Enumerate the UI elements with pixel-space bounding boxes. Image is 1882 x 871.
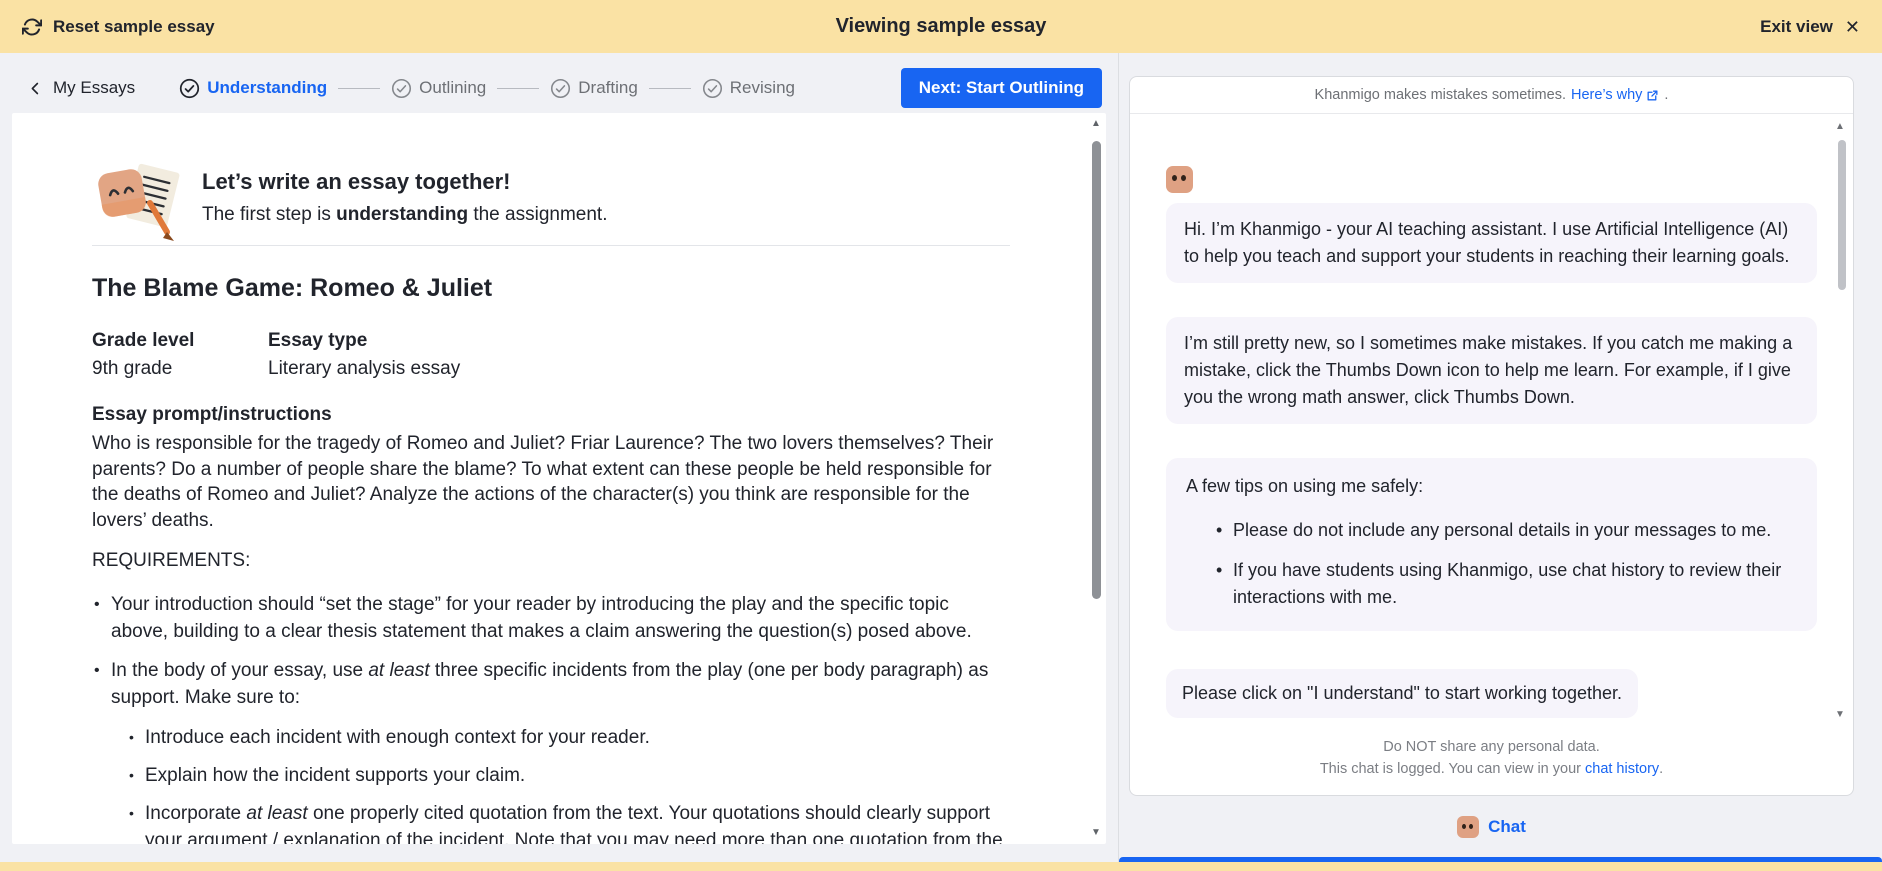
chat-tab-label: Chat xyxy=(1488,816,1526,836)
reset-icon xyxy=(22,17,42,37)
requirement-sub-item: Introduce each incident with enough cont… xyxy=(128,724,1010,751)
next-start-outlining-button[interactable]: Next: Start Outlining xyxy=(900,68,1102,108)
scrollbar-thumb[interactable] xyxy=(1091,141,1101,599)
chat-tab[interactable]: Chat xyxy=(1129,796,1854,857)
chat-message-mistakes: I’m still pretty new, so I sometimes mak… xyxy=(1166,317,1817,424)
step-label: Outlining xyxy=(419,78,487,97)
grade-level-value: 9th grade xyxy=(92,358,173,379)
footer-line-1: Do NOT share any personal data. xyxy=(1383,739,1600,755)
disclaimer-period: . xyxy=(1664,87,1669,103)
step-connector xyxy=(648,87,691,89)
chat-scroll-down-icon[interactable]: ▼ xyxy=(1833,710,1847,720)
check-circle-icon xyxy=(180,78,200,98)
step-revising[interactable]: Revising xyxy=(702,78,795,99)
bottom-accent-bar xyxy=(0,862,1882,871)
essay-meta: Grade level 9th grade Essay type Literar… xyxy=(92,330,1010,380)
chat-message-greeting: Hi. I’m Khanmigo - your AI teaching assi… xyxy=(1166,203,1817,283)
chat-message-cta: Please click on "I understand" to start … xyxy=(1166,669,1639,718)
exit-view-label: Exit view xyxy=(1760,16,1833,36)
tip-item: Please do not include any personal detai… xyxy=(1216,517,1797,544)
prompt-text: Who is responsible for the tragedy of Ro… xyxy=(92,433,994,531)
essay-panel-header: My Essays Understanding Outlining Drafti… xyxy=(12,53,1106,113)
essay-scrollbar: ▲ ▼ xyxy=(1089,119,1103,838)
essay-type-label: Essay type xyxy=(268,330,368,351)
back-to-my-essays-button[interactable]: My Essays xyxy=(28,78,135,98)
step-label: Drafting xyxy=(578,78,638,97)
step-label: Revising xyxy=(729,78,795,97)
top-bar: Reset sample essay Viewing sample essay … xyxy=(0,0,1882,53)
requirement-sub-item: Explain how the incident supports your c… xyxy=(128,762,1010,789)
assignment-card: Let’s write an essay together! The first… xyxy=(12,113,1106,844)
requirements-heading: REQUIREMENTS: xyxy=(92,550,251,571)
chat-scrollbar-thumb[interactable] xyxy=(1838,140,1846,290)
chat-message-area: Hi. I’m Khanmigo - your AI teaching assi… xyxy=(1130,114,1853,728)
chat-panel: Khanmigo makes mistakes sometimes. Here’… xyxy=(1118,53,1882,862)
check-circle-icon xyxy=(702,78,722,98)
grade-level-field: Grade level 9th grade xyxy=(92,330,268,380)
step-outlining[interactable]: Outlining xyxy=(391,78,486,99)
intro-title: Let’s write an essay together! xyxy=(202,168,511,194)
step-drafting[interactable]: Drafting xyxy=(550,78,638,99)
intro-row: Let’s write an essay together! The first… xyxy=(92,153,1010,241)
tips-list: Please do not include any personal detai… xyxy=(1186,517,1797,611)
tips-intro: A few tips on using me safely: xyxy=(1186,476,1424,496)
grade-level-label: Grade level xyxy=(92,330,195,351)
check-circle-icon xyxy=(392,78,412,98)
scroll-up-icon[interactable]: ▲ xyxy=(1089,119,1103,129)
reset-sample-essay-button[interactable]: Reset sample essay xyxy=(22,17,215,37)
step-connector xyxy=(497,87,540,89)
essay-title: The Blame Game: Romeo & Juliet xyxy=(92,274,493,302)
close-icon[interactable]: ✕ xyxy=(1845,18,1860,36)
requirement-item: In the body of your essay, use at least … xyxy=(92,657,1010,844)
essay-type-value: Literary analysis essay xyxy=(268,358,461,379)
requirement-item: Your introduction should “set the stage”… xyxy=(92,591,1010,645)
intro-text: Let’s write an essay together! The first… xyxy=(202,169,607,226)
prompt-instructions-label: Essay prompt/instructions xyxy=(92,404,332,425)
external-link-icon xyxy=(1646,89,1659,102)
chat-card: Khanmigo makes mistakes sometimes. Here’… xyxy=(1129,76,1854,796)
app-root: Reset sample essay Viewing sample essay … xyxy=(0,0,1882,871)
step-connector xyxy=(338,87,381,89)
chat-footer: Do NOT share any personal data. This cha… xyxy=(1130,728,1853,795)
heres-why-link[interactable]: Here’s why xyxy=(1571,87,1659,103)
chat-scroll-up-icon[interactable]: ▲ xyxy=(1833,122,1847,132)
essay-stepper: Understanding Outlining Drafting Revisin… xyxy=(179,78,795,99)
exit-view-button[interactable]: Exit view ✕ xyxy=(1760,17,1860,37)
step-label: Understanding xyxy=(207,78,328,97)
khanmigo-avatar-icon xyxy=(1457,815,1480,838)
requirements-list: Your introduction should “set the stage”… xyxy=(92,591,1010,844)
reset-label: Reset sample essay xyxy=(53,16,215,36)
footer-line-2: This chat is logged. You can view in you… xyxy=(1130,758,1853,780)
back-label: My Essays xyxy=(53,78,136,97)
essay-type-field: Essay type Literary analysis essay xyxy=(268,330,460,380)
disclaimer-text: Khanmigo makes mistakes sometimes. xyxy=(1314,87,1566,103)
scroll-down-icon[interactable]: ▼ xyxy=(1089,828,1103,838)
divider xyxy=(92,245,1010,246)
essay-mascot-icon xyxy=(92,153,184,241)
requirements-sub-list: Introduce each incident with enough cont… xyxy=(111,724,1010,844)
page-title: Viewing sample essay xyxy=(835,15,1047,37)
khanmigo-avatar xyxy=(1166,166,1193,193)
check-circle-icon xyxy=(551,78,571,98)
intro-subtitle: The first step is understanding the assi… xyxy=(202,203,608,225)
tip-item: If you have students using Khanmigo, use… xyxy=(1216,557,1797,611)
workspace: My Essays Understanding Outlining Drafti… xyxy=(0,53,1882,862)
step-understanding[interactable]: Understanding xyxy=(179,78,327,99)
chat-message-tips: A few tips on using me safely: Please do… xyxy=(1166,458,1817,631)
chat-disclaimer-bar: Khanmigo makes mistakes sometimes. Here’… xyxy=(1130,77,1853,114)
chevron-left-icon xyxy=(28,81,43,96)
requirement-sub-item: Incorporate at least one properly cited … xyxy=(128,800,1010,844)
essay-panel: My Essays Understanding Outlining Drafti… xyxy=(0,53,1118,862)
chat-history-link[interactable]: chat history xyxy=(1585,758,1659,780)
